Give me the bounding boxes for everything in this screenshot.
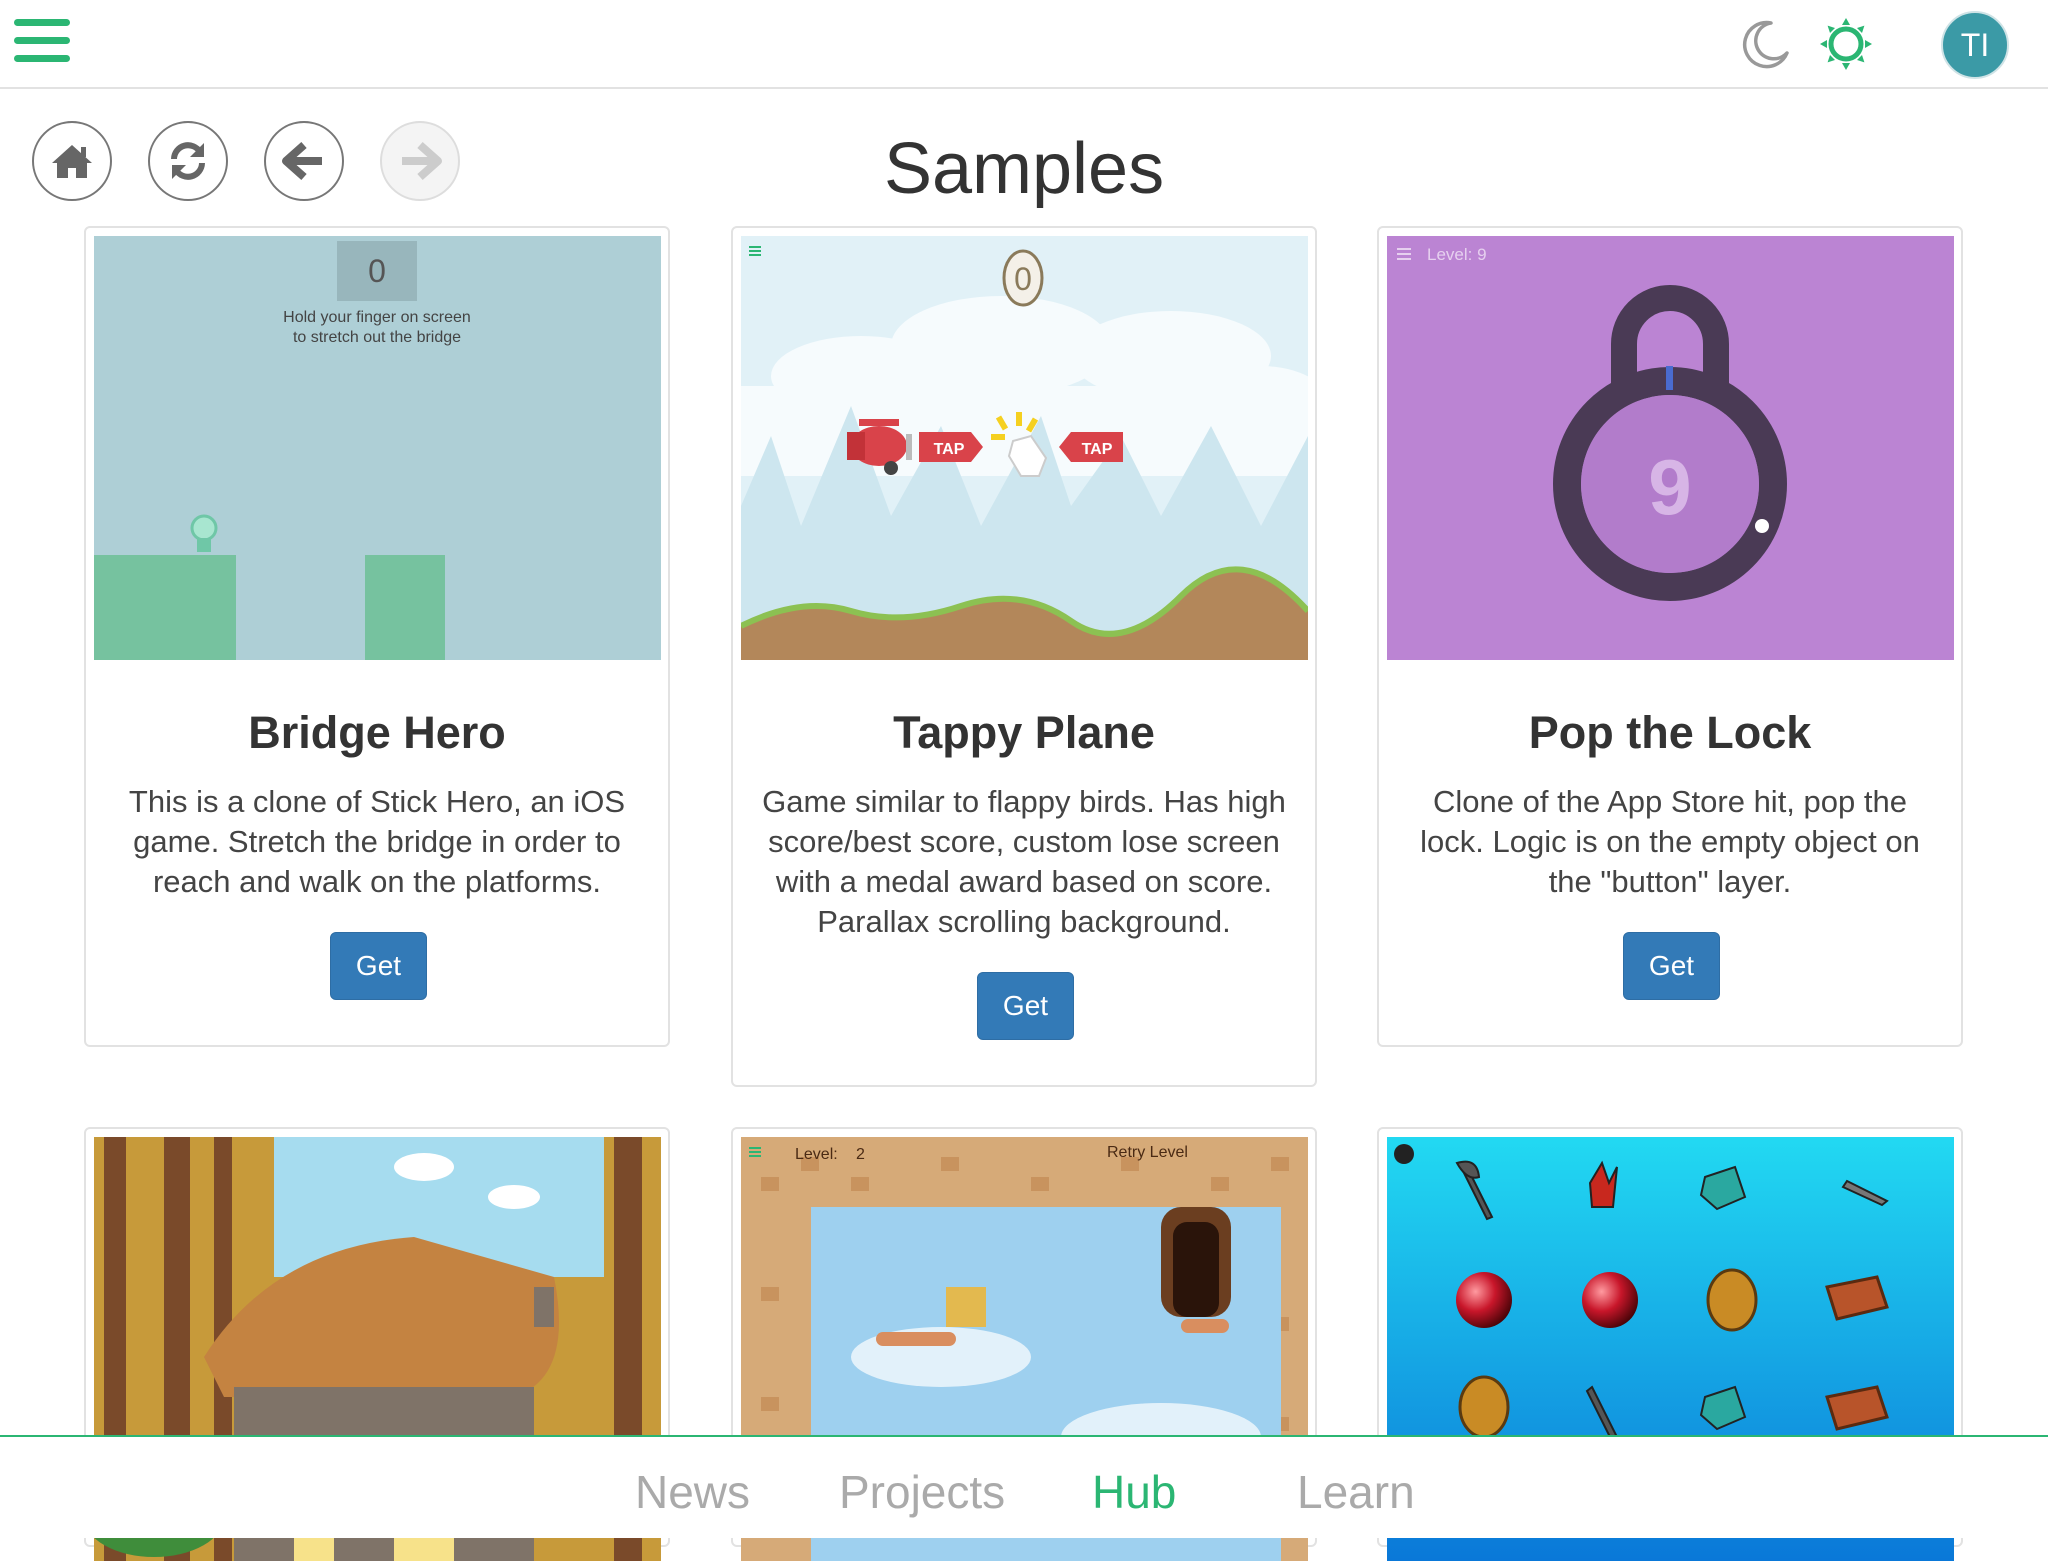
level-label: Level: 9 xyxy=(1427,245,1487,264)
sample-card-pop-the-lock: Level: 9 9 Pop the Lock Clone of the App… xyxy=(1377,226,1963,1047)
sample-card-bridge-hero: 0 Hold your finger on screen to stretch … xyxy=(84,226,670,1047)
tap-label-1: TAP xyxy=(934,441,965,458)
tab-learn[interactable]: Learn xyxy=(1297,1465,1415,1519)
avatar-initials: TI xyxy=(1960,26,1990,63)
bridge-hero-score: 0 xyxy=(368,253,386,289)
bridge-hero-hint-1: Hold your finger on screen xyxy=(283,309,471,326)
card-description: Clone of the App Store hit, pop the lock… xyxy=(1420,784,1920,899)
tab-news[interactable]: News xyxy=(635,1465,750,1519)
pop-the-lock-thumbnail[interactable]: Level: 9 9 xyxy=(1387,236,1954,660)
card-title: Bridge Hero xyxy=(248,707,506,758)
tab-hub[interactable]: Hub xyxy=(1092,1465,1176,1519)
retry-level-label: Retry Level xyxy=(1107,1144,1188,1161)
get-button[interactable]: Get xyxy=(1623,932,1720,1000)
top-bar: TI xyxy=(0,0,2048,89)
card-description: This is a clone of Stick Hero, an iOS ga… xyxy=(128,784,626,899)
lock-number: 9 xyxy=(1648,443,1691,531)
bridge-hero-thumbnail[interactable]: 0 Hold your finger on screen to stretch … xyxy=(94,236,661,660)
card-title: Tappy Plane xyxy=(893,707,1155,758)
page-title: Samples xyxy=(883,129,1165,209)
card-title: Pop the Lock xyxy=(1528,707,1812,758)
moon-icon[interactable] xyxy=(1741,19,1791,69)
user-avatar[interactable]: TI xyxy=(1941,11,2009,79)
puzzle-level-value: 2 xyxy=(856,1146,865,1163)
sun-icon[interactable] xyxy=(1818,16,1874,72)
tappy-plane-score: 0 xyxy=(1014,261,1032,297)
get-button[interactable]: Get xyxy=(977,972,1074,1040)
tappy-plane-thumbnail[interactable]: 0 TAP TAP xyxy=(741,236,1308,660)
bottom-tab-bar: News Projects Hub Learn xyxy=(0,1435,2048,1538)
sample-card-tappy-plane: 0 TAP TAP Tappy Plane Game similar to fl… xyxy=(731,226,1317,1087)
get-button[interactable]: Get xyxy=(330,932,427,1000)
card-description: Game similar to flappy birds. Has high s… xyxy=(762,784,1286,939)
bridge-hero-hint-2: to stretch out the bridge xyxy=(293,329,461,346)
puzzle-level-label: Level: xyxy=(795,1146,838,1163)
hamburger-menu-icon[interactable] xyxy=(14,19,70,63)
tap-label-2: TAP xyxy=(1082,441,1113,458)
tab-projects[interactable]: Projects xyxy=(839,1465,1005,1519)
